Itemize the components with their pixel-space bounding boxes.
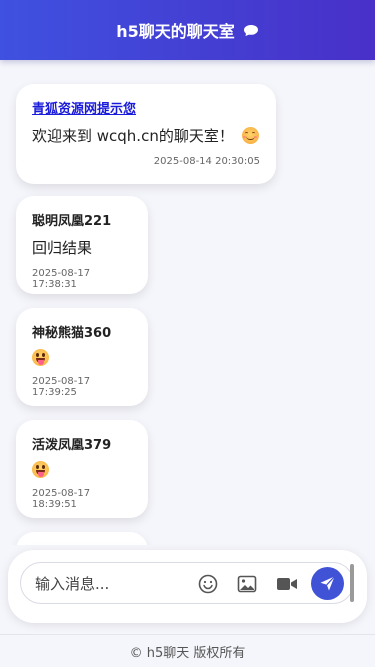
- message-item: 聪明凤凰221 回归结果 2025-08-17 17:38:31: [16, 196, 148, 294]
- tongue-face-icon: [32, 461, 49, 478]
- footer: © h5聊天 版权所有: [0, 634, 375, 667]
- send-button[interactable]: [311, 567, 344, 600]
- smiling-face-icon: [241, 127, 259, 144]
- tongue-face-icon: [32, 349, 49, 366]
- message-sender: 神秘熊猫360: [32, 326, 112, 341]
- message-text: [32, 349, 132, 366]
- chat-bubble-icon: [243, 24, 259, 37]
- message-text: 回归结果: [32, 239, 93, 257]
- send-icon: [320, 576, 335, 591]
- copyright-text: © h5聊天 版权所有: [129, 645, 246, 661]
- message-time: 2025-08-17 17:39:25: [32, 376, 91, 398]
- message-time: 2025-08-14 20:30:05: [153, 156, 260, 167]
- video-icon[interactable]: [275, 572, 299, 596]
- message-item-partial: [16, 532, 148, 545]
- message-sender-link[interactable]: 青狐资源网提示您: [32, 98, 260, 117]
- message-list[interactable]: 青狐资源网提示您 欢迎来到 wcqh.cn的聊天室！ 2025-08-14 20…: [0, 60, 375, 545]
- message-input[interactable]: [35, 571, 185, 597]
- image-icon[interactable]: [235, 572, 259, 596]
- message-text: [32, 461, 132, 478]
- emoji-picker-icon[interactable]: [196, 572, 220, 596]
- chat-header: h5聊天的聊天室: [0, 0, 375, 60]
- message-text: 欢迎来到 wcqh.cn的聊天室！: [32, 125, 260, 146]
- scrollbar[interactable]: [350, 564, 354, 602]
- message-time: 2025-08-17 18:39:51: [32, 488, 91, 510]
- composer-panel: [8, 550, 367, 623]
- message-time: 2025-08-17 17:38:31: [32, 268, 91, 290]
- message-item: 活泼凤凰379 2025-08-17 18:39:51: [16, 420, 148, 518]
- message-sender: 活泼凤凰379: [32, 438, 112, 453]
- composer-box: [20, 562, 354, 604]
- message-text-content: 欢迎来到 wcqh.cn的聊天室！: [32, 127, 234, 145]
- page-title: h5聊天的聊天室: [116, 22, 235, 41]
- message-sender: 聪明凤凰221: [32, 214, 112, 229]
- message-item: 神秘熊猫360 2025-08-17 17:39:25: [16, 308, 148, 406]
- message-item: 青狐资源网提示您 欢迎来到 wcqh.cn的聊天室！ 2025-08-14 20…: [16, 84, 276, 184]
